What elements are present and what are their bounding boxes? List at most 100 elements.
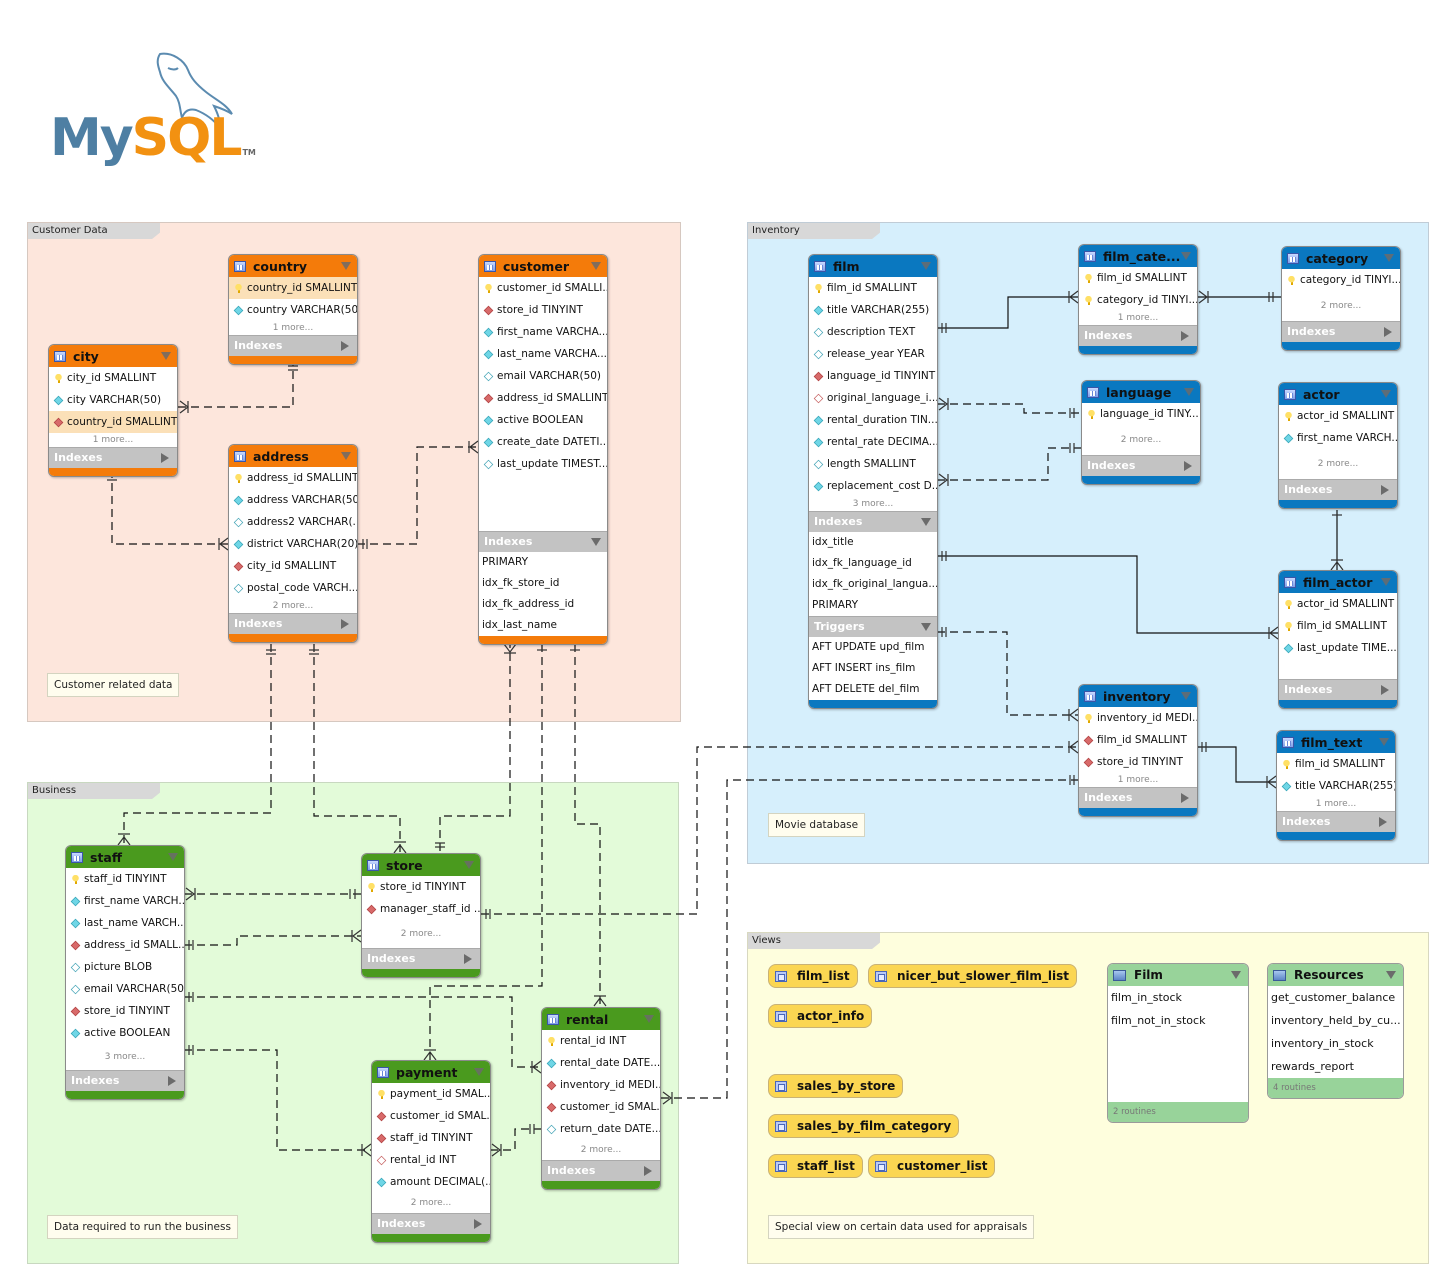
column-row[interactable]: inventory_id MEDI... bbox=[542, 1074, 660, 1096]
routine-item[interactable]: rewards_report bbox=[1268, 1055, 1403, 1078]
column-row[interactable]: title VARCHAR(255) bbox=[809, 299, 937, 321]
table-category[interactable]: category category_id TINYI... 2 more... … bbox=[1281, 246, 1401, 351]
expand-icon[interactable] bbox=[1381, 485, 1389, 495]
table-actor[interactable]: actor actor_id SMALLINT first_name VARCH… bbox=[1278, 382, 1398, 509]
routine-group-resources[interactable]: Resources get_customer_balance inventory… bbox=[1267, 963, 1404, 1099]
expand-icon[interactable] bbox=[161, 453, 169, 463]
layer-note[interactable]: Data required to run the business bbox=[47, 1215, 238, 1239]
index-item[interactable]: idx_fk_original_langua... bbox=[809, 574, 937, 595]
indexes-section[interactable]: Indexes bbox=[229, 335, 357, 356]
table-city[interactable]: city city_id SMALLINT city VARCHAR(50) c… bbox=[48, 344, 178, 477]
index-item[interactable]: idx_fk_language_id bbox=[809, 553, 937, 574]
table-header[interactable]: payment bbox=[372, 1061, 490, 1083]
trigger-item[interactable]: AFT DELETE del_film bbox=[809, 679, 937, 700]
column-row[interactable]: title VARCHAR(255) bbox=[1277, 775, 1395, 797]
table-header[interactable]: film_cate... bbox=[1079, 245, 1197, 267]
table-header[interactable]: inventory bbox=[1079, 685, 1197, 707]
more-columns[interactable]: 2 more... bbox=[542, 1140, 660, 1160]
column-row[interactable]: country_id SMALLINT bbox=[229, 277, 357, 299]
table-film-actor[interactable]: film_actor actor_id SMALLINT film_id SMA… bbox=[1278, 570, 1398, 709]
collapse-icon[interactable] bbox=[1231, 971, 1241, 979]
table-film-category[interactable]: film_cate... film_id SMALLINT category_i… bbox=[1078, 244, 1198, 355]
column-row[interactable]: last_update TIMEST... bbox=[479, 453, 607, 475]
expand-icon[interactable] bbox=[1384, 327, 1392, 337]
table-header[interactable]: city bbox=[49, 345, 177, 367]
column-row[interactable]: address_id SMALLINT bbox=[479, 387, 607, 409]
view-nicer-but-slower-film-list[interactable]: nicer_but_slower_film_list bbox=[868, 964, 1077, 988]
index-item[interactable]: idx_title bbox=[809, 532, 937, 553]
column-row[interactable]: email VARCHAR(50) bbox=[66, 978, 184, 1000]
column-row[interactable]: category_id TINYI... bbox=[1079, 289, 1197, 311]
collapse-icon[interactable] bbox=[1386, 971, 1396, 979]
collapse-icon[interactable] bbox=[921, 518, 931, 526]
column-row[interactable]: store_id TINYINT bbox=[1079, 751, 1197, 773]
column-row[interactable]: last_update TIME... bbox=[1279, 637, 1397, 659]
column-row[interactable]: film_id SMALLINT bbox=[1279, 615, 1397, 637]
column-row[interactable]: length SMALLINT bbox=[809, 453, 937, 475]
column-row[interactable]: original_language_i... bbox=[809, 387, 937, 409]
collapse-icon[interactable] bbox=[1381, 390, 1391, 398]
routine-group-film[interactable]: Film film_in_stock film_not_in_stock 2 r… bbox=[1107, 963, 1249, 1123]
expand-icon[interactable] bbox=[341, 341, 349, 351]
more-columns[interactable]: 3 more... bbox=[66, 1044, 184, 1070]
collapse-icon[interactable] bbox=[591, 538, 601, 546]
collapse-icon[interactable] bbox=[1379, 738, 1389, 746]
more-columns[interactable]: 2 more... bbox=[229, 599, 357, 613]
index-item[interactable]: idx_fk_address_id bbox=[479, 594, 607, 615]
column-row[interactable]: first_name VARCH... bbox=[1279, 427, 1397, 449]
table-payment[interactable]: payment payment_id SMAL... customer_id S… bbox=[371, 1060, 491, 1243]
layer-note[interactable]: Special view on certain data used for ap… bbox=[768, 1215, 1035, 1239]
column-row[interactable]: return_date DATE... bbox=[542, 1118, 660, 1140]
indexes-section[interactable]: Indexes bbox=[66, 1070, 184, 1091]
expand-icon[interactable] bbox=[474, 1219, 482, 1229]
column-row[interactable]: amount DECIMAL(... bbox=[372, 1171, 490, 1193]
table-inventory[interactable]: inventory inventory_id MEDI... film_id S… bbox=[1078, 684, 1198, 817]
more-columns[interactable]: 2 more... bbox=[372, 1193, 490, 1213]
column-row[interactable]: rental_id INT bbox=[542, 1030, 660, 1052]
more-columns[interactable]: 3 more... bbox=[809, 497, 937, 511]
layer-note[interactable]: Movie database bbox=[768, 813, 866, 837]
column-row[interactable]: first_name VARCH... bbox=[66, 890, 184, 912]
column-row[interactable]: district VARCHAR(20) bbox=[229, 533, 357, 555]
indexes-section[interactable]: Indexes bbox=[1279, 479, 1397, 500]
expand-icon[interactable] bbox=[464, 954, 472, 964]
column-row[interactable]: description TEXT bbox=[809, 321, 937, 343]
column-row[interactable]: manager_staff_id ... bbox=[362, 898, 480, 920]
collapse-icon[interactable] bbox=[1381, 578, 1391, 586]
routine-item[interactable]: inventory_held_by_cu... bbox=[1268, 1009, 1403, 1032]
table-header[interactable]: film bbox=[809, 255, 937, 277]
column-row[interactable]: address_id SMALL... bbox=[66, 934, 184, 956]
column-row[interactable]: staff_id TINYINT bbox=[372, 1127, 490, 1149]
column-row[interactable]: country VARCHAR(50) bbox=[229, 299, 357, 321]
index-item[interactable]: PRIMARY bbox=[479, 552, 607, 573]
collapse-icon[interactable] bbox=[161, 352, 171, 360]
indexes-section[interactable]: Indexes bbox=[362, 948, 480, 969]
view-film-list[interactable]: film_list bbox=[768, 964, 858, 988]
indexes-section[interactable]: Indexes bbox=[229, 613, 357, 634]
table-header[interactable]: staff bbox=[66, 846, 184, 868]
table-header[interactable]: country bbox=[229, 255, 357, 277]
view-customer-list[interactable]: customer_list bbox=[868, 1154, 996, 1178]
more-columns[interactable]: 2 more... bbox=[1082, 425, 1200, 455]
table-header[interactable]: film_text bbox=[1277, 731, 1395, 753]
expand-icon[interactable] bbox=[1379, 817, 1387, 827]
table-language[interactable]: language language_id TINY... 2 more... I… bbox=[1081, 380, 1201, 485]
column-row[interactable]: customer_id SMAL... bbox=[372, 1105, 490, 1127]
collapse-icon[interactable] bbox=[168, 853, 178, 861]
column-row[interactable]: address_id SMALLINT bbox=[229, 467, 357, 489]
view-actor-info[interactable]: actor_info bbox=[768, 1004, 873, 1028]
index-item[interactable]: idx_last_name bbox=[479, 615, 607, 636]
column-row[interactable]: film_id SMALLINT bbox=[1277, 753, 1395, 775]
column-row[interactable]: inventory_id MEDI... bbox=[1079, 707, 1197, 729]
collapse-icon[interactable] bbox=[921, 623, 931, 631]
column-row[interactable]: first_name VARCHA... bbox=[479, 321, 607, 343]
expand-icon[interactable] bbox=[1181, 793, 1189, 803]
collapse-icon[interactable] bbox=[341, 452, 351, 460]
column-row[interactable]: city VARCHAR(50) bbox=[49, 389, 177, 411]
column-row[interactable]: language_id TINY... bbox=[1082, 403, 1200, 425]
table-header[interactable]: address bbox=[229, 445, 357, 467]
column-row[interactable]: release_year YEAR bbox=[809, 343, 937, 365]
column-row[interactable]: rental_duration TIN... bbox=[809, 409, 937, 431]
more-columns[interactable]: 2 more... bbox=[1279, 449, 1397, 479]
expand-icon[interactable] bbox=[644, 1166, 652, 1176]
